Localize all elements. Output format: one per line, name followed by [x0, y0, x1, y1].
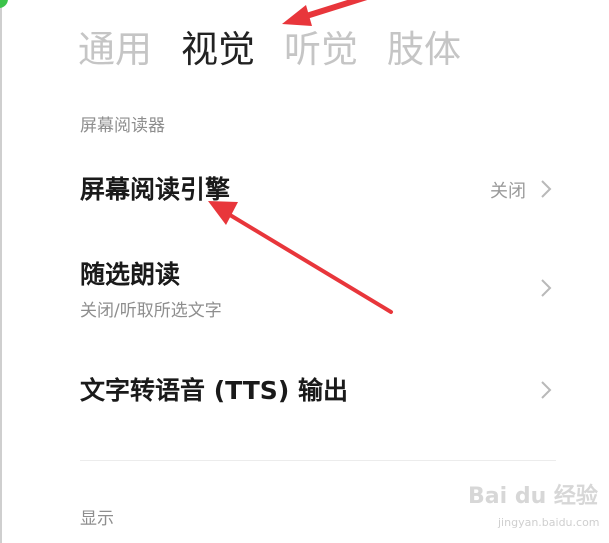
row-title: 文字转语音 (TTS) 输出: [80, 376, 348, 405]
tts-output-row[interactable]: 文字转语音 (TTS) 输出: [80, 369, 556, 413]
chevron-right-icon: [541, 180, 552, 198]
tab-physical[interactable]: 肢体: [387, 22, 461, 78]
tab-vision[interactable]: 视觉: [181, 22, 255, 78]
row-title: 屏幕阅读引擎: [80, 175, 231, 204]
tab-hearing[interactable]: 听觉: [284, 22, 358, 78]
watermark-brand: Bai du 经验: [468, 484, 598, 509]
chevron-right-icon: [541, 279, 552, 297]
chevron-right-icon: [541, 381, 552, 399]
section-header-display: 显示: [80, 509, 114, 529]
row-value: 关闭: [490, 181, 526, 202]
row-title: 随选朗读: [80, 260, 181, 289]
accessibility-settings-screen: 通用 视觉 听觉 肢体 屏幕阅读器 屏幕阅读引擎 关闭 随选朗读 关闭/听取所选…: [0, 0, 609, 543]
green-dot-icon: [0, 0, 8, 8]
watermark: Bai du 经验 jingyan.baidu.com: [468, 478, 600, 538]
category-tabs: 通用 视觉 听觉 肢体: [78, 22, 490, 78]
screen-reader-engine-row[interactable]: 屏幕阅读引擎 关闭: [80, 168, 556, 212]
watermark-url: jingyan.baidu.com: [498, 516, 600, 529]
select-to-speak-row[interactable]: 随选朗读 关闭/听取所选文字: [80, 255, 556, 325]
tab-general[interactable]: 通用: [78, 22, 152, 78]
section-divider: [80, 460, 556, 461]
row-subtitle: 关闭/听取所选文字: [80, 301, 222, 321]
section-header-screen-reader: 屏幕阅读器: [80, 116, 165, 136]
left-border: [0, 0, 2, 543]
